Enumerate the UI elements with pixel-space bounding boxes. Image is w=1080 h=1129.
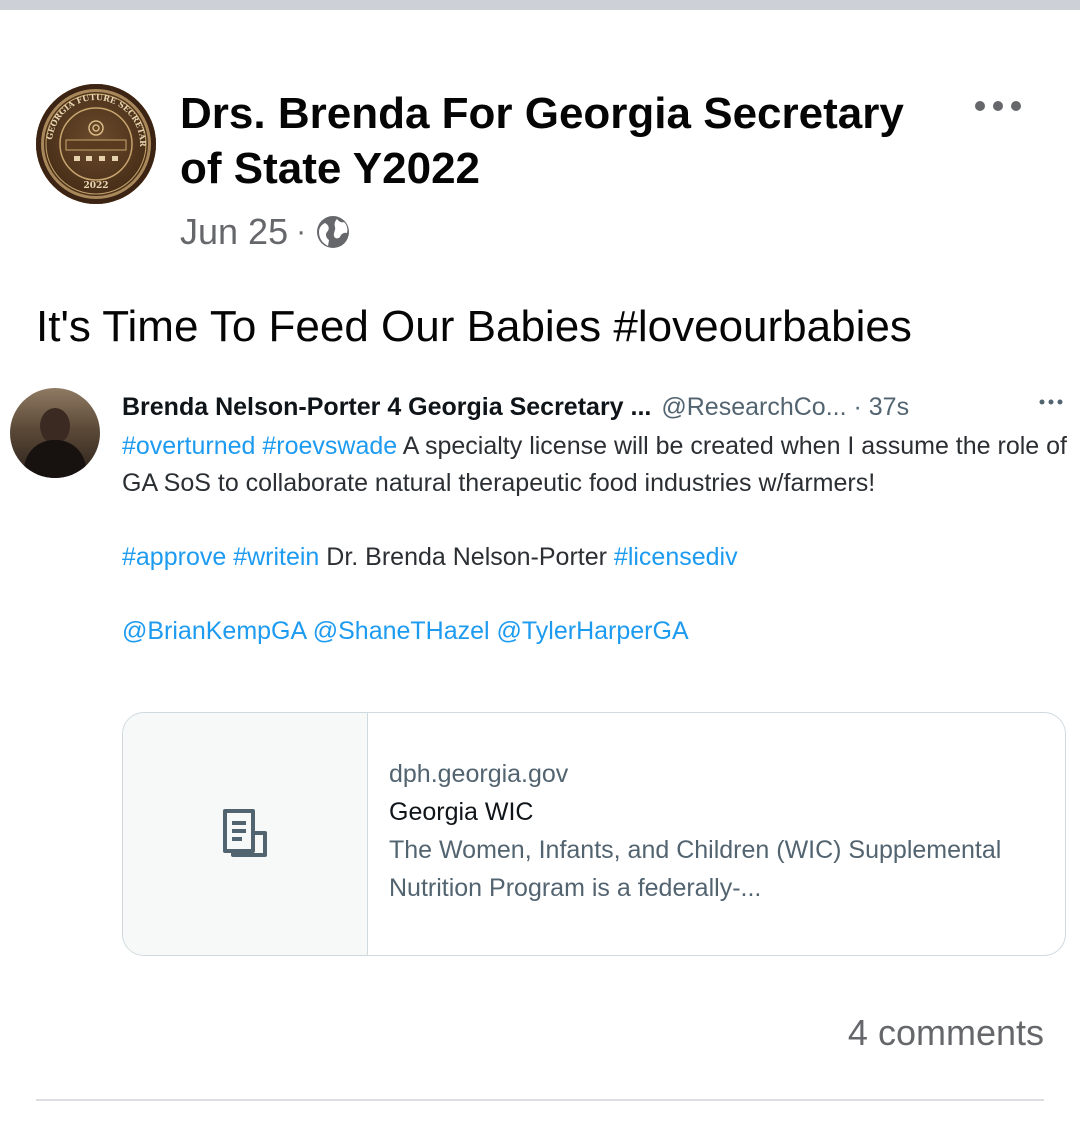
page-name[interactable]: Drs. Brenda For Georgia Secretary of Sta… <box>180 86 940 196</box>
post-meta: Jun 25 · <box>180 210 352 254</box>
document-icon <box>223 809 267 857</box>
tweet-hashtags-1[interactable]: #overturned #roevswade <box>122 432 397 460</box>
tweet-handle[interactable]: @ResearchCo... <box>661 393 846 421</box>
meta-separator: · <box>296 215 307 248</box>
link-description: The Women, Infants, and Children (WIC) S… <box>389 836 1002 902</box>
tweet-author-name[interactable]: Brenda Nelson-Porter 4 Georgia Secretary… <box>122 393 651 421</box>
link-thumbnail <box>123 713 368 955</box>
top-bar <box>0 0 1080 10</box>
post-header: GEORGIA FUTURE SECRETARY OF STATE 2022 D… <box>36 84 1046 254</box>
globe-icon[interactable] <box>314 213 352 251</box>
tweet-paragraph-1: #overturned #roevswade A specialty licen… <box>122 428 1067 502</box>
link-preview-card[interactable]: dph.georgia.gov Georgia WIC The Women, I… <box>122 712 1066 956</box>
link-info: dph.georgia.gov Georgia WIC The Women, I… <box>389 755 1039 907</box>
tweet-hashtag-licensediv[interactable]: #licensediv <box>614 543 738 571</box>
tweet-hashtags-2[interactable]: #approve #writein <box>122 543 319 571</box>
tweet-mention-links[interactable]: @BrianKempGA @ShaneTHazel @TylerHarperGA <box>122 617 689 645</box>
tweet-text-2: Dr. Brenda Nelson-Porter <box>319 543 614 571</box>
link-title: Georgia WIC <box>389 798 534 826</box>
tweet-more-icon[interactable] <box>1036 392 1066 412</box>
tweet-body: #overturned #roevswade A specialty licen… <box>122 428 1067 650</box>
divider <box>36 1099 1044 1101</box>
link-domain: dph.georgia.gov <box>389 760 569 788</box>
more-horizontal-icon[interactable] <box>970 88 1026 124</box>
tweet-time[interactable]: · 37s <box>853 393 909 421</box>
tweet-paragraph-2: #approve #writein Dr. Brenda Nelson-Port… <box>122 539 1067 576</box>
tweet-mentions: @BrianKempGA @ShaneTHazel @TylerHarperGA <box>122 613 1067 650</box>
post-text: It's Time To Feed Our Babies #loveourbab… <box>36 302 912 351</box>
seal-logo: GEORGIA FUTURE SECRETARY OF STATE 2022 <box>36 84 148 195</box>
svg-text:2022: 2022 <box>83 181 108 191</box>
embedded-tweet[interactable]: Brenda Nelson-Porter 4 Georgia Secretary… <box>0 380 1080 980</box>
tweet-header: Brenda Nelson-Porter 4 Georgia Secretary… <box>122 390 1072 424</box>
page-avatar[interactable]: GEORGIA FUTURE SECRETARY OF STATE 2022 <box>36 84 156 204</box>
comments-count-link[interactable]: 4 comments <box>848 1012 1044 1054</box>
post-date[interactable]: Jun 25 <box>180 211 288 253</box>
tweet-author-avatar[interactable] <box>10 388 100 478</box>
